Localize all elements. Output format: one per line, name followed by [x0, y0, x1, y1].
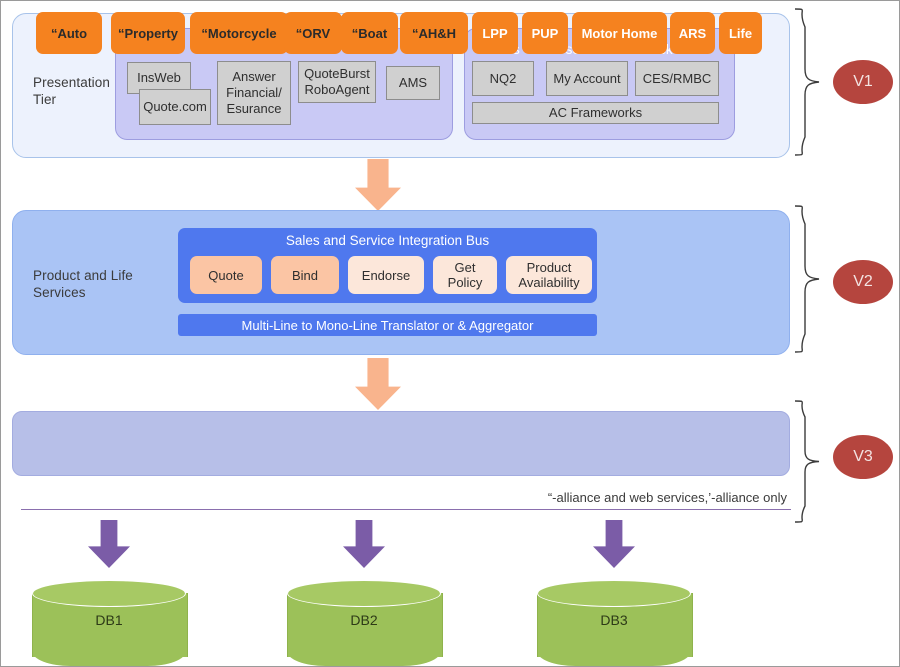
presentation-tier-label: Presentation Tier [33, 74, 110, 108]
version-badge-v1-label: V1 [853, 73, 873, 90]
product-pup[interactable]: PUP [522, 12, 568, 54]
product-lines-tier-container [12, 411, 790, 476]
appbox-answer-line3: Esurance [226, 101, 282, 116]
appbox-quoteburst-line2: RoboAgent [304, 82, 370, 97]
product-ahh[interactable]: “AH&H [400, 12, 468, 54]
service-chip-get-policy[interactable]: Get Policy [433, 256, 497, 294]
product-ahh-label: “AH&H [411, 25, 457, 41]
product-motorcycle-label: “Motorcycle [201, 25, 277, 41]
appbox-my-account[interactable]: My Account [546, 61, 628, 96]
product-life-label-line2: Services [33, 285, 86, 300]
appbox-quote-com[interactable]: Quote.com [139, 89, 211, 125]
service-chip-product-availability[interactable]: Product Availability [506, 256, 592, 294]
product-motorcycle[interactable]: “Motorcycle [190, 12, 288, 54]
footnote-divider [21, 509, 791, 510]
version-badge-v2-label: V2 [853, 273, 873, 290]
presentation-tier-label-line2: Tier [33, 92, 57, 107]
product-life[interactable]: Life [719, 12, 762, 54]
appbox-ams[interactable]: AMS [386, 66, 440, 100]
appbox-my-account-label: My Account [553, 70, 621, 86]
version-badge-v2: V2 [833, 260, 893, 304]
service-chip-product-availability-line2: Availability [518, 275, 580, 290]
diagram-canvas: Presentation Tier 3rd Party (Sales) InsW… [0, 0, 900, 667]
product-life-services-label: Product and Life Services [33, 267, 133, 301]
db3-cylinder-top [537, 580, 691, 607]
database-db1[interactable]: DB1 [32, 580, 188, 666]
db3-label: DB3 [600, 612, 628, 628]
database-db2[interactable]: DB2 [287, 580, 443, 666]
service-chip-product-availability-line1: Product [526, 260, 572, 275]
version-badge-v3-label: V3 [853, 448, 873, 465]
arrow-product-to-lines [355, 358, 401, 410]
alliance-footnote: “-alliance and web services,’-alliance o… [547, 490, 787, 505]
brace-v3 [794, 400, 820, 523]
presentation-tier-label-line1: Presentation [33, 75, 110, 90]
version-badge-v1: V1 [833, 60, 893, 104]
appbox-ces-rmbc[interactable]: CES/RMBC [635, 61, 719, 96]
product-life-label-line1: Product and Life [33, 268, 133, 283]
appbox-nq2[interactable]: NQ2 [472, 61, 534, 96]
product-life-label: Life [728, 25, 753, 41]
appbox-quoteburst-line1: QuoteBurst [304, 66, 370, 81]
service-chip-quote-label: Quote [208, 267, 244, 283]
appbox-answer-line2: Financial/ [226, 85, 282, 100]
product-orv[interactable]: “ORV [284, 12, 342, 54]
appbox-quoteburst-roboagent[interactable]: QuoteBurst RoboAgent [298, 61, 376, 103]
appbox-ams-label: AMS [398, 75, 428, 90]
appbox-answer-line1: Answer [232, 69, 276, 84]
version-badge-v3: V3 [833, 435, 893, 479]
service-chip-get-policy-line2: Policy [447, 275, 483, 290]
product-motor-home-label: Motor Home [581, 25, 658, 41]
db1-cylinder-top [32, 580, 186, 607]
database-db3[interactable]: DB3 [537, 580, 693, 666]
product-property-label: “Property [118, 25, 178, 41]
service-chip-endorse[interactable]: Endorse [348, 256, 424, 294]
product-ars-label: ARS [678, 25, 707, 41]
appbox-answer-financial-esurance[interactable]: Answer Financial/ Esurance [217, 61, 291, 125]
db1-label: DB1 [95, 612, 123, 628]
integration-bus-container: Sales and Service Integration Bus Quote … [178, 228, 597, 303]
service-chip-quote[interactable]: Quote [190, 256, 262, 294]
translator-aggregator-label: Multi-Line to Mono-Line Translator or & … [241, 317, 534, 333]
product-pup-label: PUP [531, 25, 559, 41]
appbox-ac-frameworks-label: AC Frameworks [548, 105, 643, 120]
db2-label: DB2 [350, 612, 378, 628]
product-ars[interactable]: ARS [670, 12, 715, 54]
appbox-ac-frameworks[interactable]: AC Frameworks [472, 102, 719, 124]
brace-v1 [794, 8, 820, 156]
arrow-to-db3 [593, 520, 635, 568]
arrow-presentation-to-product [355, 159, 401, 211]
product-property[interactable]: “Property [111, 12, 185, 54]
translator-aggregator-bar[interactable]: Multi-Line to Mono-Line Translator or & … [178, 314, 597, 336]
appbox-ces-rmbc-label: CES/RMBC [642, 70, 712, 86]
product-motor-home[interactable]: Motor Home [572, 12, 667, 54]
product-lpp-label: LPP [482, 25, 508, 41]
db2-cylinder-top [287, 580, 441, 607]
arrow-to-db1 [88, 520, 130, 568]
product-lpp[interactable]: LPP [472, 12, 518, 54]
product-boat-label: “Boat [351, 25, 388, 41]
service-chip-get-policy-line1: Get [454, 260, 476, 275]
appbox-insweb-label: InsWeb [137, 70, 181, 85]
arrow-to-db2 [343, 520, 385, 568]
brace-v2 [794, 205, 820, 353]
product-orv-label: “ORV [295, 25, 331, 41]
appbox-quote-com-label: Quote.com [143, 99, 207, 114]
product-auto-label: “Auto [50, 25, 88, 41]
appbox-nq2-label: NQ2 [489, 70, 517, 86]
product-boat[interactable]: “Boat [341, 12, 398, 54]
service-chip-bind[interactable]: Bind [271, 256, 339, 294]
integration-bus-title: Sales and Service Integration Bus [285, 233, 490, 248]
service-chip-bind-label: Bind [291, 267, 319, 283]
service-chip-endorse-label: Endorse [361, 267, 411, 283]
product-auto[interactable]: “Auto [36, 12, 102, 54]
